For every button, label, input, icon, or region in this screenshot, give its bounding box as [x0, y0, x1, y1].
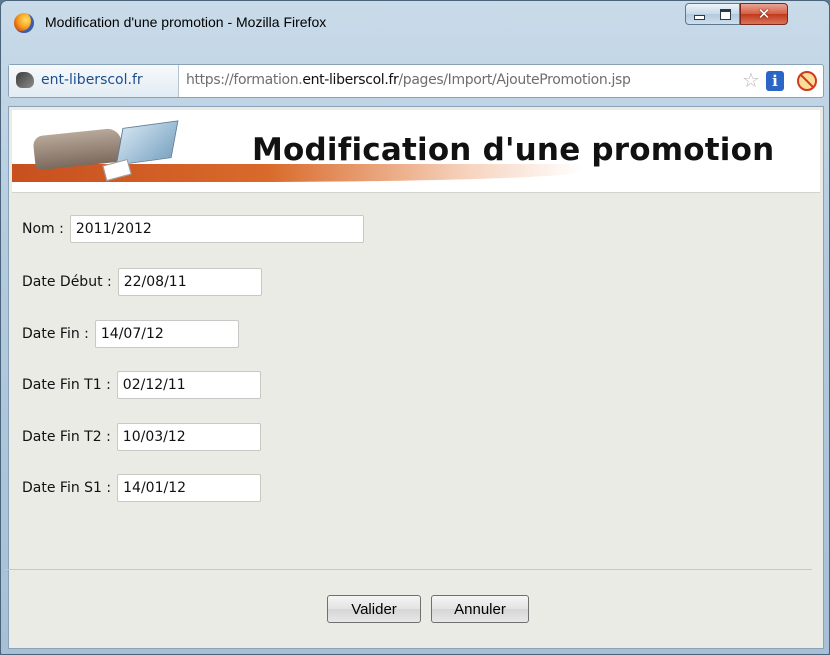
maximize-button[interactable]	[712, 3, 740, 25]
form-row-nom: Nom : 2011/2012	[22, 214, 364, 244]
site-identity-button[interactable]: ent-liberscol.fr	[9, 65, 179, 97]
form-row-date-debut: Date Début : 22/08/11	[22, 267, 262, 297]
blocked-icon[interactable]	[797, 71, 817, 91]
firefox-icon	[14, 13, 34, 33]
date-fin-s1-input[interactable]: 14/01/12	[117, 474, 262, 502]
form-row-date-fin-t1: Date Fin T1 : 02/12/11	[22, 370, 261, 400]
site-name: ent-liberscol.fr	[41, 72, 143, 88]
close-icon: ✕	[757, 5, 771, 23]
window-title: Modification d'une promotion - Mozilla F…	[45, 14, 327, 30]
nom-input[interactable]: 2011/2012	[69, 215, 364, 243]
form-row-date-fin: Date Fin : 14/07/12	[22, 319, 239, 349]
validate-button[interactable]: Valider	[327, 595, 421, 623]
address-bar[interactable]: ent-liberscol.fr https://formation.ent-l…	[8, 64, 824, 98]
date-debut-label: Date Début :	[22, 274, 112, 290]
browser-window: Modification d'une promotion - Mozilla F…	[0, 0, 830, 655]
date-fin-t1-input[interactable]: 02/12/11	[116, 371, 261, 399]
site-identity-icon	[16, 72, 34, 88]
date-fin-s1-label: Date Fin S1 :	[22, 480, 112, 496]
url-path: /pages/Import/AjoutePromotion.jsp	[398, 72, 631, 88]
page-banner: Modification d'une promotion	[12, 110, 820, 193]
url-domain: ent-liberscol.fr	[302, 72, 399, 88]
date-fin-input[interactable]: 14/07/12	[94, 320, 239, 348]
form-row-date-fin-t2: Date Fin T2 : 10/03/12	[22, 422, 261, 452]
url-prefix: https://formation.	[186, 72, 303, 88]
minimize-button[interactable]	[685, 3, 713, 25]
date-fin-t2-input[interactable]: 10/03/12	[116, 423, 261, 451]
nom-label: Nom :	[22, 221, 64, 237]
url-text[interactable]: https://formation.ent-liberscol.fr/pages…	[186, 72, 631, 88]
maximize-icon	[720, 8, 731, 20]
date-fin-label: Date Fin :	[22, 326, 89, 342]
date-fin-t2-label: Date Fin T2 :	[22, 429, 111, 445]
minimize-icon	[693, 15, 705, 20]
footer-divider	[4, 569, 812, 570]
title-bar[interactable]: Modification d'une promotion - Mozilla F…	[1, 1, 829, 45]
cancel-button[interactable]: Annuler	[431, 595, 529, 623]
date-fin-t1-label: Date Fin T1 :	[22, 377, 111, 393]
info-icon[interactable]: i	[766, 71, 784, 91]
close-button[interactable]: ✕	[740, 3, 788, 25]
star-icon[interactable]: ☆	[742, 68, 760, 92]
form-row-date-fin-s1: Date Fin S1 : 14/01/12	[22, 473, 262, 503]
date-debut-input[interactable]: 22/08/11	[117, 268, 262, 296]
page-title: Modification d'une promotion	[252, 132, 775, 168]
